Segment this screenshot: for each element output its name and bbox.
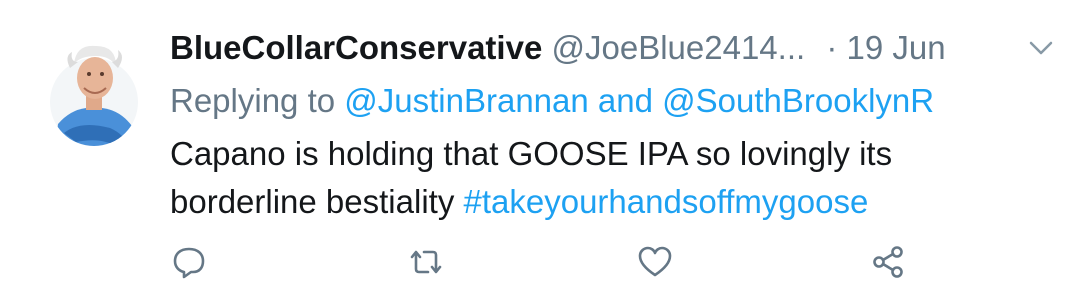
avatar[interactable] [50, 38, 138, 158]
like-button[interactable] [633, 240, 677, 284]
mention-link[interactable]: @JustinBrannan [344, 82, 588, 119]
share-button[interactable] [866, 240, 910, 284]
tweet-text-line: borderline bestiality #takeyourhandsoffm… [170, 178, 1050, 226]
chevron-down-icon[interactable] [1028, 38, 1054, 58]
user-handle[interactable]: @JoeBlue2414... [551, 29, 805, 66]
replying-to-prefix: Replying to [170, 82, 345, 119]
replying-to-conjunction[interactable]: and [589, 82, 662, 119]
share-icon [873, 246, 903, 278]
tweet-text-plain: borderline bestiality [170, 183, 464, 220]
reply-icon [173, 247, 205, 279]
display-name[interactable]: BlueCollarConservative [170, 29, 542, 66]
retweet-icon [410, 250, 442, 274]
heart-icon [638, 246, 672, 277]
tweet[interactable]: BlueCollarConservative @JoeBlue2414... ·… [0, 0, 1071, 304]
tweet-text: Capano is holding that GOOSE IPA so lovi… [170, 130, 1050, 226]
tweet-text-line: Capano is holding that GOOSE IPA so lovi… [170, 135, 893, 172]
hashtag-link[interactable]: #takeyourhandsoffmygoose [464, 183, 869, 220]
tweet-date[interactable]: 19 Jun [847, 29, 946, 66]
replying-to: Replying to @JustinBrannan and @SouthBro… [170, 79, 1050, 123]
retweet-button[interactable] [404, 240, 448, 284]
reply-button[interactable] [167, 240, 211, 284]
tweet-actions [0, 240, 1071, 290]
separator-dot: · [826, 29, 838, 66]
tweet-header: BlueCollarConservative @JoeBlue2414... ·… [170, 26, 1050, 70]
mention-link[interactable]: @SouthBrooklynR [662, 82, 934, 119]
